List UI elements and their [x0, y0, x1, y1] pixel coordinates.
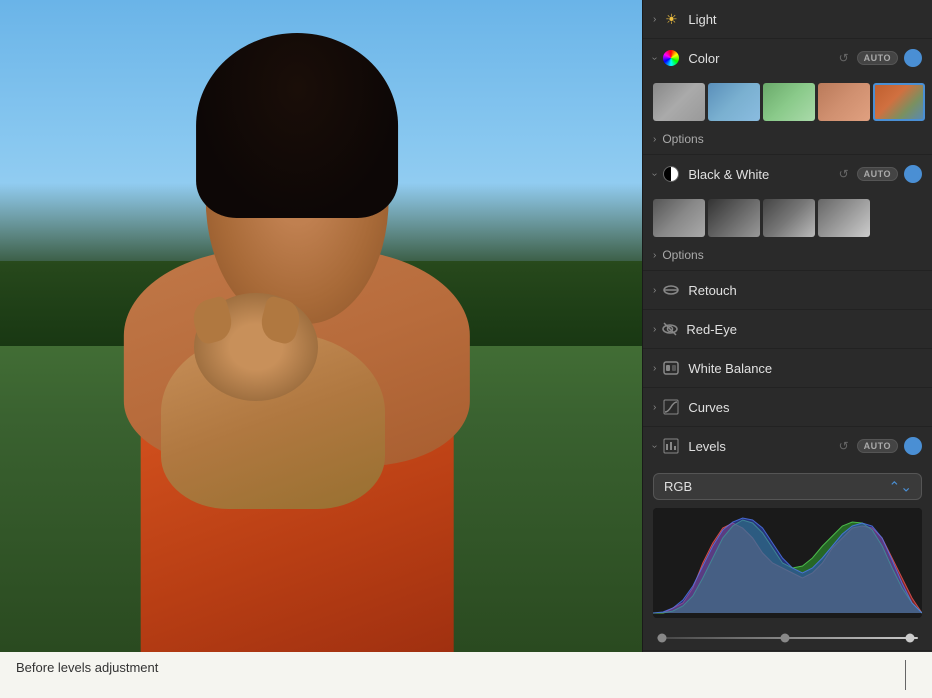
redeye-icon: [662, 321, 678, 337]
wb-chevron: ›: [653, 363, 656, 374]
curves-header[interactable]: › Curves: [643, 388, 932, 426]
caption-text: Before levels adjustment: [16, 660, 905, 675]
wb-icon: [662, 359, 680, 377]
color-toggle-button[interactable]: [904, 49, 922, 67]
caption-line: [905, 660, 906, 690]
levels-controls: ↺ AUTO: [837, 437, 922, 455]
main-area: › ☀ Light › Color ↺ AUTO: [0, 0, 932, 652]
bw-thumb-1[interactable]: [653, 199, 705, 237]
bw-header[interactable]: › Black & White ↺ AUTO: [643, 155, 932, 193]
bw-thumb-4[interactable]: [818, 199, 870, 237]
light-header[interactable]: › ☀ Light: [643, 0, 932, 38]
color-options-row[interactable]: › Options: [643, 127, 932, 154]
curves-icon: [662, 398, 680, 416]
color-header[interactable]: › Color ↺ AUTO: [643, 39, 932, 77]
adj-item-color: › Color ↺ AUTO: [643, 39, 932, 155]
light-chevron: ›: [653, 14, 656, 25]
color-circle: [663, 50, 679, 66]
retouch-chevron: ›: [653, 285, 656, 296]
curves-chevron: ›: [653, 402, 656, 413]
color-controls: ↺ AUTO: [837, 49, 922, 67]
color-reset-button[interactable]: ↺: [837, 49, 851, 67]
color-circle-icon: [662, 49, 680, 67]
dog-layer: [161, 313, 386, 509]
retouch-header[interactable]: › Retouch: [643, 271, 932, 309]
histogram-container: [653, 508, 922, 618]
dog-head: [194, 293, 318, 401]
adj-item-curves: › Curves: [643, 388, 932, 427]
bw-thumb-3[interactable]: [763, 199, 815, 237]
adj-item-light: › ☀ Light: [643, 0, 932, 39]
adj-item-retouch: › Retouch: [643, 271, 932, 310]
bw-options-row[interactable]: › Options: [643, 243, 932, 270]
adj-item-wb: › White Balance: [643, 349, 932, 388]
curves-label: Curves: [688, 400, 922, 415]
light-icon: ☀: [662, 10, 680, 28]
person-hair: [196, 33, 398, 219]
bw-options-chevron: ›: [653, 250, 656, 261]
redeye-svg: [662, 321, 678, 337]
color-thumb-4[interactable]: [818, 83, 870, 121]
color-thumb-1[interactable]: [653, 83, 705, 121]
bw-chevron: ›: [649, 172, 660, 175]
levels-dropdown: RGB Red Green Blue ⌃⌄: [653, 473, 922, 500]
rgb-channel-select[interactable]: RGB Red Green Blue: [653, 473, 922, 500]
color-thumbnails: [643, 77, 932, 127]
slider-handle-right[interactable]: [906, 634, 915, 643]
bw-thumb-2[interactable]: [708, 199, 760, 237]
curves-svg: [663, 399, 679, 415]
histogram-sliders: [643, 628, 932, 650]
redeye-label: Red-Eye: [686, 322, 922, 337]
color-chevron: ›: [649, 56, 660, 59]
dropdown-wrapper: RGB Red Green Blue ⌃⌄: [653, 473, 922, 500]
levels-icon: [662, 437, 680, 455]
levels-auto-button[interactable]: AUTO: [857, 439, 898, 453]
levels-svg: [663, 438, 679, 454]
color-auto-button[interactable]: AUTO: [857, 51, 898, 65]
wb-header[interactable]: › White Balance: [643, 349, 932, 387]
levels-chevron: ›: [649, 444, 660, 447]
levels-label: Levels: [688, 439, 836, 454]
adj-item-redeye: › Red-Eye: [643, 310, 932, 349]
slider-handle-mid[interactable]: [780, 634, 789, 643]
sun-icon: ☀: [665, 11, 678, 28]
color-options-label: Options: [662, 132, 703, 146]
bw-reset-button[interactable]: ↺: [837, 165, 851, 183]
adj-item-levels: › Levels ↺ AUTO: [643, 427, 932, 651]
wb-svg: [663, 360, 679, 376]
retouch-label: Retouch: [688, 283, 922, 298]
color-thumb-selected[interactable]: [873, 83, 925, 121]
photo-composite: [0, 0, 642, 652]
bottom-caption: Before levels adjustment: [0, 652, 932, 698]
levels-reset-button[interactable]: ↺: [837, 437, 851, 455]
retouch-svg: [663, 282, 679, 298]
color-options-chevron: ›: [653, 134, 656, 145]
bw-auto-button[interactable]: AUTO: [857, 167, 898, 181]
bw-options-label: Options: [662, 248, 703, 262]
half-circle-icon: [662, 165, 680, 183]
wb-label: White Balance: [688, 361, 922, 376]
bw-toggle-button[interactable]: [904, 165, 922, 183]
adjustments-list: › ☀ Light › Color ↺ AUTO: [643, 0, 932, 652]
bw-thumbnails: [643, 193, 932, 243]
color-label: Color: [688, 51, 836, 66]
photo-panel: [0, 0, 642, 652]
bw-label: Black & White: [688, 167, 836, 182]
bw-controls: ↺ AUTO: [837, 165, 922, 183]
histogram-svg: [653, 508, 922, 618]
color-thumb-3[interactable]: [763, 83, 815, 121]
color-thumb-2[interactable]: [708, 83, 760, 121]
levels-toggle-button[interactable]: [904, 437, 922, 455]
adj-item-bw: › Black & White ↺ AUTO: [643, 155, 932, 271]
right-panel: › ☀ Light › Color ↺ AUTO: [642, 0, 932, 652]
slider-row: [657, 632, 918, 644]
redeye-header[interactable]: › Red-Eye: [643, 310, 932, 348]
slider-handle-left[interactable]: [658, 634, 667, 643]
bw-icon: [663, 166, 679, 182]
light-label: Light: [688, 12, 922, 27]
levels-header[interactable]: › Levels ↺ AUTO: [643, 427, 932, 465]
retouch-icon: [662, 281, 680, 299]
redeye-chevron: ›: [653, 324, 656, 335]
